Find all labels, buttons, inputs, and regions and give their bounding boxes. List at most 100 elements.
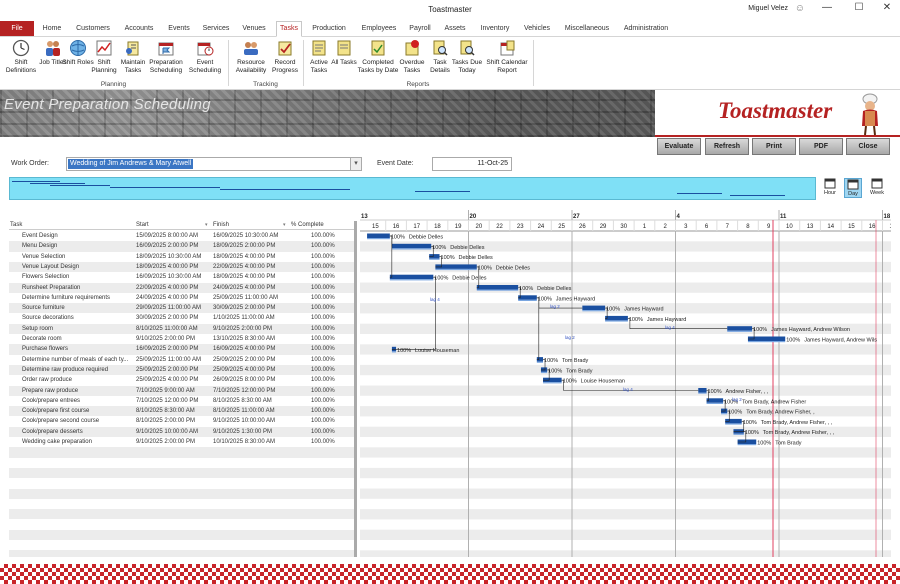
tab-services[interactable]: Services — [199, 23, 233, 36]
event-date-label: Event Date: — [377, 160, 414, 167]
ribbon-separator — [533, 40, 534, 86]
task-bar-progress — [391, 351, 397, 353]
gantt-chart[interactable]: 13 20 27 4 11 18 15 16 17 18 19 20 22 23 24 25 26 29 30 1 2 3… — [360, 210, 891, 557]
tab-tasks[interactable]: Tasks — [276, 21, 302, 37]
zoom-week-button[interactable]: Week — [868, 178, 886, 198]
maximize-button[interactable]: ☐ — [848, 2, 870, 16]
table-row[interactable]: Cook/prepare entrees 7/10/2025 12:00:00 P… — [9, 396, 354, 406]
sort-icon[interactable]: ▾ — [283, 222, 286, 228]
tab-inventory[interactable]: Inventory — [474, 23, 516, 36]
minimize-button[interactable]: — — [816, 2, 838, 16]
task-bar-pct: 100% — [519, 286, 533, 292]
table-row[interactable]: Wedding cake preparation 9/10/2025 2:00:0… — [9, 437, 354, 447]
zoom-day-button[interactable]: Day — [844, 178, 862, 198]
tab-miscellaneous[interactable]: Miscellaneous — [560, 23, 614, 36]
table-row[interactable]: Determine number of meals of each ty... 2… — [9, 355, 354, 365]
chevron-down-icon[interactable]: ▾ — [350, 158, 361, 170]
table-row[interactable]: Order raw produce 25/09/2025 4:00:00 PM 26… — [9, 375, 354, 385]
table-row[interactable] — [9, 550, 354, 557]
event-scheduling-button[interactable]: Event Scheduling — [188, 39, 222, 74]
task-resource-label: Andrew Fisher, , , — [726, 389, 769, 395]
globe-icon — [70, 40, 86, 56]
task-bar-pct: 100% — [728, 410, 742, 416]
completed-tasks-by-date-button[interactable]: Completed Tasks by Date — [356, 39, 400, 74]
sort-icon[interactable]: ▾ — [205, 222, 208, 228]
table-row[interactable]: Cook/prepare second course 8/10/2025 2:00… — [9, 416, 354, 426]
tab-venues[interactable]: Venues — [238, 23, 270, 36]
table-row[interactable]: Menu Design 16/09/2025 2:00:00 PM 18/09/20… — [9, 241, 354, 252]
resource-icon — [244, 42, 258, 55]
zoom-hour-button[interactable]: Hour — [821, 178, 839, 198]
table-row[interactable]: Flowers Selection 16/09/2025 10:30:00 AM 1… — [9, 272, 354, 282]
event-date-field[interactable]: 11-Oct-25 — [432, 157, 512, 171]
maintain-tasks-button[interactable]: Maintain Tasks — [116, 39, 150, 74]
col-task-header[interactable]: Task — [10, 222, 22, 228]
tab-payroll[interactable]: Payroll — [404, 23, 436, 36]
task-bar-pct: 100% — [563, 379, 577, 385]
tasks-due-today-button[interactable]: Tasks Due Today — [450, 39, 484, 74]
table-row[interactable]: Purchase flowers 16/09/2025 2:00:00 PM 16/… — [9, 344, 354, 355]
shift-planning-label: Shift Planning — [91, 59, 117, 74]
table-row[interactable]: Cook/prepare first course 8/10/2025 8:30:… — [9, 406, 354, 417]
table-row[interactable]: Source furniture 29/09/2025 11:00:00 AM 30… — [9, 303, 354, 314]
task-bar-progress — [721, 413, 728, 415]
table-row[interactable]: Determine raw produce required 25/09/2025… — [9, 364, 354, 376]
table-row[interactable] — [9, 467, 354, 479]
cell-start: 25/09/2025 11:00:00 AM — [136, 356, 201, 363]
table-row[interactable] — [9, 529, 354, 540]
tab-administration[interactable]: Administration — [618, 23, 674, 36]
tab-home[interactable]: Home — [38, 23, 66, 36]
cell-finish: 13/10/2025 8:30:00 AM — [213, 336, 276, 342]
table-row[interactable]: Source decorations 30/09/2025 2:00:00 PM 1… — [9, 313, 354, 323]
table-row[interactable]: Setup room 8/10/2025 11:00:00 AM 9/10/2025… — [9, 323, 354, 334]
cell-finish: 16/09/2025 10:30:00 AM — [213, 233, 279, 239]
work-order-select[interactable]: Wedding of Jim Andrews & Mary Atwell ▾ — [66, 157, 362, 171]
task-bar-pct: 100% — [743, 420, 757, 426]
user-avatar-icon[interactable]: ☺ — [795, 3, 805, 14]
tab-events[interactable]: Events — [164, 23, 194, 36]
task-bar-progress — [540, 371, 548, 374]
col-finish-header[interactable]: Finish — [213, 222, 229, 228]
tab-file[interactable]: File — [0, 21, 34, 36]
resource-availability-button[interactable]: Resource Availability — [232, 39, 270, 74]
pdf-button[interactable]: PDF — [799, 138, 843, 155]
close-button[interactable]: Close — [846, 138, 890, 155]
overview-line — [50, 185, 110, 186]
shift-calendar-report-button[interactable]: Shift Calendar Report — [484, 39, 530, 74]
tracking-group-label: Tracking — [253, 81, 278, 88]
table-row[interactable] — [9, 540, 354, 550]
table-row[interactable]: Venue Selection 18/09/2025 10:30:00 AM 18/… — [9, 252, 354, 262]
record-progress-button[interactable]: Record Progress — [268, 39, 302, 74]
timeline-overview[interactable] — [9, 177, 816, 200]
shift-definitions-button[interactable]: Shift Definitions — [4, 39, 38, 74]
table-row[interactable] — [9, 488, 354, 499]
tab-assets[interactable]: Assets — [440, 23, 470, 36]
user-name[interactable]: Miguel Velez — [748, 5, 788, 12]
close-window-button[interactable]: ✕ — [876, 2, 898, 16]
table-row[interactable] — [9, 478, 354, 488]
tab-vehicles[interactable]: Vehicles — [519, 23, 555, 36]
tab-customers[interactable]: Customers — [72, 23, 114, 36]
evaluate-button[interactable]: Evaluate — [657, 138, 701, 155]
table-row[interactable]: Venue Layout Design 18/09/2025 4:00:00 PM… — [9, 261, 354, 273]
tab-accounts[interactable]: Accounts — [120, 23, 158, 36]
table-row[interactable] — [9, 509, 354, 520]
table-row[interactable] — [9, 458, 354, 468]
table-row[interactable] — [9, 499, 354, 509]
table-row[interactable]: Cook/prepare desserts 9/10/2025 10:00:00 … — [9, 426, 354, 437]
table-row[interactable] — [9, 447, 354, 458]
preparation-scheduling-button[interactable]: Preparation Scheduling — [149, 39, 183, 74]
table-row[interactable]: Prepare raw produce 7/10/2025 9:00:00 AM 7… — [9, 385, 354, 396]
refresh-button[interactable]: Refresh — [705, 138, 749, 155]
table-row[interactable]: Event Design 15/09/2025 8:00:00 AM 16/09/2… — [9, 231, 354, 241]
gantt-day-label: 26 — [579, 224, 586, 230]
table-row[interactable]: Runsheet Preparation 22/09/2025 4:00:00 P… — [9, 282, 354, 293]
col-start-header[interactable]: Start — [136, 222, 149, 228]
tab-production[interactable]: Production — [306, 23, 352, 36]
table-row[interactable]: Decorate room 9/10/2025 2:00:00 PM 13/10/2… — [9, 334, 354, 344]
col-pct-header[interactable]: % Complete — [291, 222, 324, 228]
tab-employees[interactable]: Employees — [357, 23, 401, 36]
table-row[interactable] — [9, 519, 354, 529]
table-row[interactable]: Determine furniture requirements 24/09/20… — [9, 293, 354, 303]
print-button[interactable]: Print — [752, 138, 796, 155]
